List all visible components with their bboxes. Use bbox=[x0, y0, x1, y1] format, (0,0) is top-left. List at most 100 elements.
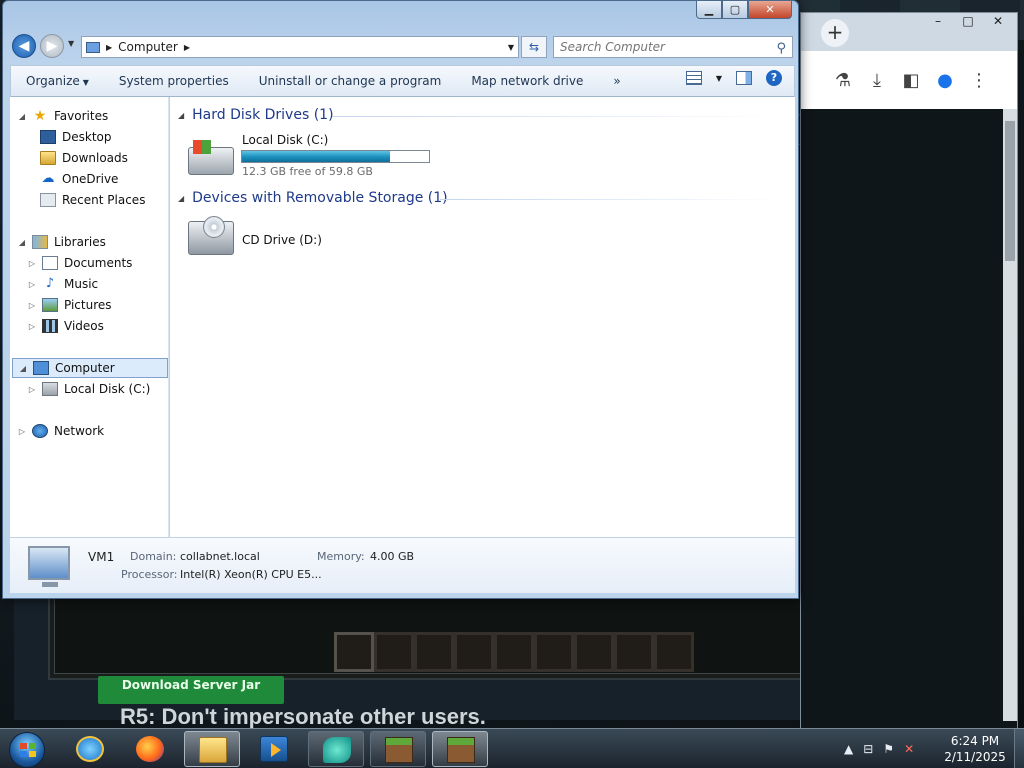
recent-places-icon bbox=[40, 193, 56, 207]
windows-explorer-taskbar-button[interactable] bbox=[184, 731, 240, 767]
firefox-taskbar-button[interactable] bbox=[122, 731, 178, 767]
download-icon[interactable]: ⤓ bbox=[867, 70, 887, 91]
network-icon[interactable]: ⊟ bbox=[863, 742, 873, 756]
side-panel-icon[interactable]: ◧ bbox=[901, 70, 921, 91]
hotbar-slot bbox=[454, 632, 494, 672]
show-hidden-icons-icon[interactable]: ▲ bbox=[844, 742, 853, 756]
hard-disk-icon[interactable] bbox=[188, 140, 234, 175]
collapse-triangle-icon[interactable]: ◢ bbox=[18, 112, 26, 121]
collapse-triangle-icon[interactable]: ◢ bbox=[178, 111, 184, 120]
expand-triangle-icon[interactable]: ▷ bbox=[28, 280, 36, 289]
nav-label: Favorites bbox=[54, 109, 109, 123]
browser-minimize-button[interactable]: – bbox=[923, 13, 953, 29]
refresh-button[interactable]: ⇆ bbox=[521, 36, 547, 58]
browser-maximize-button[interactable]: □ bbox=[953, 13, 983, 29]
show-desktop-button[interactable] bbox=[1014, 729, 1024, 768]
change-view-icon[interactable] bbox=[685, 71, 702, 85]
breadcrumb-chevron-icon[interactable]: ▶ bbox=[106, 43, 112, 52]
chevron-down-icon: ▼ bbox=[82, 78, 89, 87]
hotbar-slot bbox=[414, 632, 454, 672]
action-center-flag-icon[interactable]: ⚑ bbox=[883, 742, 894, 756]
expand-triangle-icon[interactable]: ▷ bbox=[28, 301, 36, 310]
nav-label: Network bbox=[54, 424, 105, 438]
menu-icon[interactable]: ⋮ bbox=[969, 70, 989, 91]
browser-scrollbar[interactable] bbox=[1003, 109, 1017, 721]
minecraft-launcher-taskbar-button[interactable] bbox=[432, 731, 488, 767]
preview-pane-icon[interactable] bbox=[736, 71, 752, 85]
drive-c-usage-fill bbox=[242, 151, 391, 162]
drive-c-name[interactable]: Local Disk (C:) bbox=[242, 133, 328, 147]
browser-toolbar: ⚗ ⤓ ◧ ● ⋮ bbox=[801, 51, 1017, 109]
collapse-triangle-icon[interactable]: ◢ bbox=[178, 194, 184, 203]
expand-triangle-icon[interactable]: ▷ bbox=[28, 322, 36, 331]
collapse-triangle-icon[interactable]: ◢ bbox=[19, 364, 27, 373]
maximize-button[interactable]: ▢ bbox=[722, 1, 748, 19]
volume-muted-icon[interactable]: ✕ bbox=[904, 742, 914, 756]
nav-libraries[interactable]: ◢ Libraries bbox=[18, 232, 106, 252]
nav-recent-places[interactable]: Recent Places bbox=[40, 190, 145, 210]
browser-close-button[interactable]: ✕ bbox=[983, 13, 1013, 29]
breadcrumb-computer[interactable]: Computer bbox=[118, 40, 178, 54]
explorer-window[interactable]: ▁ ▢ ✕ ◀ ▶ ▼ ▶ Computer ▶ ▼ ⇆ ⚲ Organize▼… bbox=[2, 0, 799, 599]
expand-triangle-icon[interactable]: ▷ bbox=[28, 259, 36, 268]
search-icon[interactable]: ⚲ bbox=[776, 39, 786, 59]
new-tab-button[interactable]: + bbox=[821, 19, 849, 47]
scrollbar-thumb[interactable] bbox=[1005, 121, 1015, 261]
uninstall-program-button[interactable]: Uninstall or change a program bbox=[244, 66, 457, 96]
system-properties-button[interactable]: System properties bbox=[104, 66, 244, 96]
nav-onedrive[interactable]: ☁ OneDrive bbox=[40, 169, 119, 189]
nav-videos[interactable]: ▷ Videos bbox=[28, 316, 104, 336]
group-hard-disk-drives[interactable]: ◢ Hard Disk Drives (1) bbox=[178, 105, 334, 125]
nav-computer[interactable]: ◢ Computer bbox=[12, 358, 168, 378]
drive-d-name[interactable]: CD Drive (D:) bbox=[242, 233, 322, 247]
organize-button[interactable]: Organize ▼ bbox=[11, 66, 104, 96]
browser-window[interactable]: + – □ ✕ ⚗ ⤓ ◧ ● ⋮ bbox=[800, 12, 1018, 729]
minecraft-taskbar-button[interactable] bbox=[370, 731, 426, 767]
computer-name: VM1 bbox=[88, 550, 115, 564]
nav-label: Desktop bbox=[62, 130, 112, 144]
hotbar-slot bbox=[654, 632, 694, 672]
content-pane[interactable]: ◢ Hard Disk Drives (1) Local Disk (C:) 1… bbox=[170, 97, 795, 537]
address-bar[interactable]: ▶ Computer ▶ ▼ bbox=[81, 36, 519, 58]
nav-network[interactable]: ▷ Network bbox=[18, 421, 104, 441]
search-input[interactable] bbox=[560, 40, 770, 54]
view-options-dropdown-icon[interactable]: ▼ bbox=[716, 74, 722, 83]
nav-local-disk[interactable]: ▷ Local Disk (C:) bbox=[28, 379, 150, 399]
address-dropdown-icon[interactable]: ▼ bbox=[508, 43, 514, 52]
browser-page-content[interactable] bbox=[801, 109, 1017, 729]
nav-downloads[interactable]: Downloads bbox=[40, 148, 128, 168]
windows-flag-icon bbox=[20, 743, 36, 757]
nav-music[interactable]: ▷ ♪ Music bbox=[28, 274, 98, 294]
clock[interactable]: 6:24 PM 2/11/2025 bbox=[940, 733, 1010, 765]
map-network-drive-button[interactable]: Map network drive bbox=[456, 66, 598, 96]
more-commands-button[interactable]: » bbox=[598, 66, 635, 96]
nav-desktop[interactable]: Desktop bbox=[40, 127, 112, 147]
firefox-icon bbox=[136, 736, 164, 762]
collapse-triangle-icon[interactable]: ◢ bbox=[18, 238, 26, 247]
download-server-jar-button[interactable]: Download Server Jar bbox=[98, 676, 284, 704]
app-taskbar-button[interactable] bbox=[308, 731, 364, 767]
group-divider bbox=[332, 116, 782, 117]
nav-label: Music bbox=[64, 277, 99, 291]
internet-explorer-icon bbox=[76, 736, 104, 762]
profile-icon[interactable]: ● bbox=[935, 70, 955, 91]
nav-pictures[interactable]: ▷ Pictures bbox=[28, 295, 112, 315]
minimize-button[interactable]: ▁ bbox=[696, 1, 722, 19]
forward-button[interactable]: ▶ bbox=[40, 34, 64, 58]
expand-triangle-icon[interactable]: ▷ bbox=[18, 427, 26, 436]
nav-documents[interactable]: ▷ Documents bbox=[28, 253, 132, 273]
close-button[interactable]: ✕ bbox=[748, 1, 792, 19]
expand-triangle-icon[interactable]: ▷ bbox=[28, 385, 36, 394]
search-box[interactable]: ⚲ bbox=[553, 36, 793, 58]
internet-explorer-taskbar-button[interactable] bbox=[62, 731, 118, 767]
media-player-taskbar-button[interactable] bbox=[246, 731, 302, 767]
breadcrumb-chevron-icon[interactable]: ▶ bbox=[184, 43, 190, 52]
start-button[interactable] bbox=[9, 732, 45, 768]
back-button[interactable]: ◀ bbox=[12, 34, 36, 58]
labs-flask-icon[interactable]: ⚗ bbox=[833, 70, 853, 91]
nav-favorites[interactable]: ◢ ★ Favorites bbox=[18, 106, 108, 126]
cd-drive-icon[interactable] bbox=[188, 216, 234, 255]
group-removable-storage[interactable]: ◢ Devices with Removable Storage (1) bbox=[178, 188, 448, 208]
recent-pages-dropdown[interactable]: ▼ bbox=[68, 39, 74, 48]
help-icon[interactable]: ? bbox=[766, 70, 782, 86]
